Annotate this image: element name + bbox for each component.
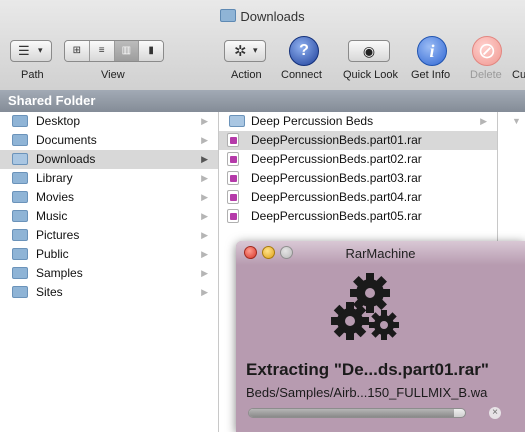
disclosure-arrow-icon: ▶ xyxy=(201,192,208,202)
folder-icon xyxy=(12,229,28,241)
rarmachine-titlebar[interactable]: RarMachine xyxy=(236,241,525,265)
window-toolbar: Downloads ☰ ▾ Path ⊞ ≡ ▥ ▮ View ✲ ▾ Acti… xyxy=(0,0,525,97)
path-button[interactable]: ☰ ▾ xyxy=(10,40,52,62)
file-row-folder[interactable]: Deep Percussion Beds ▶ xyxy=(219,112,497,131)
sidebar-item-pictures[interactable]: Pictures ▶ xyxy=(0,226,218,245)
folder-icon xyxy=(12,191,28,203)
quicklook-label: Quick Look xyxy=(343,69,399,81)
connect-help-icon[interactable]: ? xyxy=(289,36,319,66)
disclosure-arrow-icon: ▶ xyxy=(480,116,487,126)
sidebar-item-samples[interactable]: Samples ▶ xyxy=(0,264,218,283)
folder-icon xyxy=(12,134,28,146)
shared-folder-header: Shared Folder xyxy=(0,90,525,112)
window-title: Downloads xyxy=(0,9,525,24)
disclosure-arrow-icon: ▶ xyxy=(201,287,208,297)
rar-archive-icon xyxy=(227,133,239,147)
toolbar-overflow-label: Cu xyxy=(512,69,525,81)
action-label: Action xyxy=(231,69,262,81)
extraction-progress-bar xyxy=(248,408,466,418)
rarmachine-title: RarMachine xyxy=(345,246,416,261)
sidebar-column: Desktop ▶ Documents ▶ Downloads ▶ Library ▶ … xyxy=(0,112,219,432)
sidebar-item-movies[interactable]: Movies ▶ xyxy=(0,188,218,207)
gear-icon: ✲ xyxy=(234,43,247,60)
folder-icon xyxy=(12,267,28,279)
disclosure-arrow-icon: ▶ xyxy=(201,268,208,278)
icon-view-icon[interactable]: ⊞ xyxy=(65,41,90,61)
sidebar-item-desktop[interactable]: Desktop ▶ xyxy=(0,112,218,131)
folder-icon xyxy=(220,9,237,22)
chevron-down-icon: ▾ xyxy=(253,45,258,55)
disclosure-arrow-icon: ▶ xyxy=(201,135,208,145)
disclosure-arrow-icon: ▶ xyxy=(201,116,208,126)
file-row[interactable]: DeepPercussionBeds.part03.rar xyxy=(219,169,497,188)
rar-archive-icon xyxy=(227,171,239,185)
column-view-icon[interactable]: ▥ xyxy=(114,41,140,61)
cancel-extraction-icon[interactable]: × xyxy=(489,407,501,419)
disclosure-arrow-icon: ▶ xyxy=(201,211,208,221)
action-button[interactable]: ✲ ▾ xyxy=(224,40,266,62)
delete-label: Delete xyxy=(470,69,502,81)
rar-archive-icon xyxy=(227,190,239,204)
list-menu-icon: ☰ xyxy=(18,43,30,58)
disclosure-arrow-icon: ▶ xyxy=(201,173,208,183)
file-row[interactable]: DeepPercussionBeds.part04.rar xyxy=(219,188,497,207)
sidebar-item-music[interactable]: Music ▶ xyxy=(0,207,218,226)
disclosure-arrow-icon: ▶ xyxy=(201,154,208,164)
rarmachine-window: RarMachine Extracting "De...ds.part01.ra… xyxy=(236,241,525,432)
rar-archive-icon xyxy=(227,209,239,223)
path-label: Path xyxy=(21,69,44,81)
delete-icon[interactable]: ⊘ xyxy=(472,36,502,66)
downloads-folder-icon xyxy=(12,153,28,165)
file-row[interactable]: DeepPercussionBeds.part02.rar xyxy=(219,150,497,169)
sidebar-item-sites[interactable]: Sites ▶ xyxy=(0,283,218,302)
coverflow-view-icon[interactable]: ▮ xyxy=(139,41,163,61)
rar-archive-icon xyxy=(227,152,239,166)
extracting-status-text: Extracting "De...ds.part01.rar" xyxy=(246,360,489,379)
sidebar-item-public[interactable]: Public ▶ xyxy=(0,245,218,264)
folder-icon xyxy=(12,286,28,298)
folder-icon xyxy=(12,248,28,260)
disclosure-arrow-icon: ▶ xyxy=(201,249,208,259)
folder-icon xyxy=(229,115,245,127)
progress-fill xyxy=(249,409,455,417)
chevron-down-icon: ▾ xyxy=(38,45,43,55)
disclosure-arrow-icon: ▶ xyxy=(201,230,208,240)
sidebar-item-documents[interactable]: Documents ▶ xyxy=(0,131,218,150)
eye-icon: ◉ xyxy=(362,43,376,59)
file-row[interactable]: DeepPercussionBeds.part01.rar xyxy=(219,131,497,150)
connect-label: Connect xyxy=(281,69,322,81)
folder-icon xyxy=(12,172,28,184)
view-mode-segmented-control[interactable]: ⊞ ≡ ▥ ▮ xyxy=(64,40,164,62)
sidebar-item-downloads[interactable]: Downloads ▶ xyxy=(0,150,218,169)
list-view-icon[interactable]: ≡ xyxy=(89,41,115,61)
gears-icon xyxy=(331,273,399,340)
file-row[interactable]: DeepPercussionBeds.part05.rar xyxy=(219,207,497,226)
folder-icon xyxy=(12,115,28,127)
quicklook-button[interactable]: ◉ xyxy=(348,40,390,62)
disclosure-down-icon: ▼ xyxy=(512,116,521,126)
sidebar-item-library[interactable]: Library ▶ xyxy=(0,169,218,188)
getinfo-label: Get Info xyxy=(411,69,451,81)
view-label: View xyxy=(101,69,125,81)
folder-icon xyxy=(12,210,28,222)
info-icon[interactable]: i xyxy=(417,36,447,66)
extracting-path-text: Beds/Samples/Airb...150_FULLMIX_B.wa xyxy=(246,385,488,400)
